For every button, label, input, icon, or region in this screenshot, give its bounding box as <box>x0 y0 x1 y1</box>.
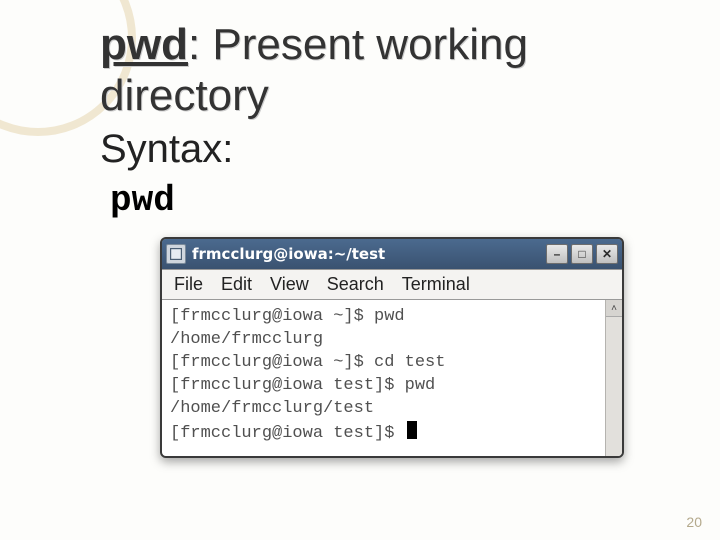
window-title-text: frmcclurg@iowa:~/test <box>192 245 540 263</box>
terminal-body[interactable]: [frmcclurg@iowa ~]$ pwd/home/frmcclurg[f… <box>162 300 605 456</box>
scroll-up-button[interactable]: ˄ <box>606 300 622 317</box>
terminal-line: [frmcclurg@iowa ~]$ cd test <box>170 352 597 375</box>
syntax-command: pwd <box>110 180 680 221</box>
menu-view[interactable]: View <box>270 274 309 295</box>
window-titlebar: frmcclurg@iowa:~/test – □ ✕ <box>162 239 622 269</box>
terminal-line: [frmcclurg@iowa ~]$ pwd <box>170 306 597 329</box>
scrollbar[interactable]: ˄ <box>605 300 622 456</box>
terminal-line: /home/frmcclurg <box>170 329 597 352</box>
menubar: File Edit View Search Terminal <box>162 269 622 300</box>
terminal-line: /home/frmcclurg/test <box>170 398 597 421</box>
window-controls: – □ ✕ <box>546 244 618 264</box>
terminal-line: [frmcclurg@iowa test]$ <box>170 421 597 446</box>
terminal-body-wrap: [frmcclurg@iowa ~]$ pwd/home/frmcclurg[f… <box>162 300 622 456</box>
terminal-window: frmcclurg@iowa:~/test – □ ✕ File Edit Vi… <box>160 237 624 458</box>
terminal-cursor <box>407 421 417 439</box>
title-command: pwd <box>100 20 188 69</box>
minimize-button[interactable]: – <box>546 244 568 264</box>
terminal-app-icon <box>166 244 186 264</box>
slide-content: pwd: Present working directory Syntax: p… <box>0 0 720 478</box>
page-number: 20 <box>686 514 702 530</box>
menu-file[interactable]: File <box>174 274 203 295</box>
menu-search[interactable]: Search <box>327 274 384 295</box>
terminal-line: [frmcclurg@iowa test]$ pwd <box>170 375 597 398</box>
menu-edit[interactable]: Edit <box>221 274 252 295</box>
slide-title: pwd: Present working directory <box>100 20 680 121</box>
menu-terminal[interactable]: Terminal <box>402 274 470 295</box>
close-button[interactable]: ✕ <box>596 244 618 264</box>
syntax-label: Syntax: <box>100 127 680 172</box>
maximize-button[interactable]: □ <box>571 244 593 264</box>
